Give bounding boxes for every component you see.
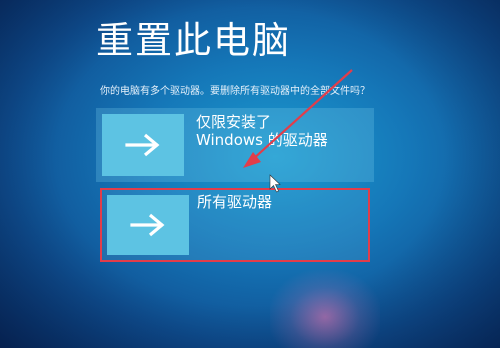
option-label: 所有驱动器 — [197, 193, 273, 211]
option-label: 仅限安装了 — [196, 113, 272, 131]
option-tile — [107, 195, 189, 255]
option-all-drives[interactable]: 所有驱动器 — [100, 188, 370, 262]
arrow-right-icon — [125, 133, 160, 157]
screen-glare — [270, 270, 380, 348]
option-windows-drive-only[interactable]: 仅限安装了 Windows 的驱动器 — [96, 108, 374, 182]
arrow-right-icon — [130, 213, 165, 237]
screen: { "page": { "title": "重置此电脑", "question"… — [0, 0, 500, 348]
option-tile — [102, 114, 184, 176]
drive-question: 你的电脑有多个驱动器。要删除所有驱动器中的全部文件吗？ — [100, 86, 370, 97]
page-title: 重置此电脑 — [96, 19, 291, 62]
option-label: Windows 的驱动器 — [196, 131, 328, 149]
